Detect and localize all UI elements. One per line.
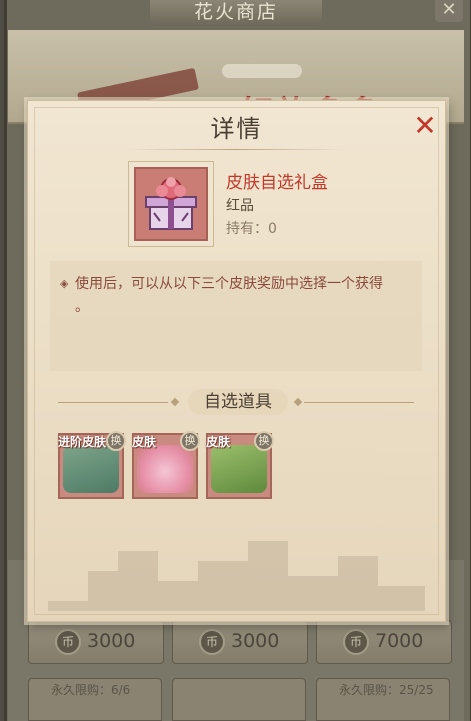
item-detail-dialog: 详情 ✕ 皮肤自选礼盒 红品 持有：0 ◈ 使用后，可以从以下三个皮肤奖励中选择… <box>27 100 446 622</box>
reward-item[interactable]: 皮肤 换 <box>132 431 200 499</box>
close-icon[interactable]: ✕ <box>410 111 440 141</box>
reward-tag: 皮肤 <box>206 435 231 449</box>
reward-item[interactable]: 进阶皮肤 换 <box>58 431 126 499</box>
skin-artwork <box>211 445 267 493</box>
item-name: 皮肤自选礼盒 <box>226 173 328 193</box>
skin-artwork <box>63 445 119 493</box>
diamond-bullet-icon: ◈ <box>60 277 69 290</box>
coin-icon: 币 <box>199 629 225 655</box>
dialog-title: 详情 <box>210 115 263 143</box>
section-divider-dot <box>293 397 303 407</box>
skin-artwork <box>137 445 193 493</box>
section-title: 自选道具 <box>188 389 288 415</box>
cityscape-decoration <box>48 541 425 611</box>
price-button[interactable]: 币 3000 <box>28 620 164 664</box>
reward-item[interactable]: 皮肤 换 <box>206 431 274 499</box>
title-divider <box>126 149 346 150</box>
shop-title: 花火商店 <box>150 0 322 26</box>
exchange-badge-icon: 换 <box>180 431 200 451</box>
price-button[interactable]: 币 7000 <box>316 620 452 664</box>
section-divider-dot <box>170 397 180 407</box>
gift-box-icon <box>134 167 208 241</box>
purchase-limit-label: 永久限购：6/6 <box>28 678 162 721</box>
shop-close-button[interactable]: ✕ <box>435 0 463 22</box>
price-button[interactable]: 币 3000 <box>172 620 308 664</box>
price-amount: 3000 <box>231 630 280 652</box>
reward-tag: 进阶皮肤 <box>58 435 107 449</box>
coin-icon: 币 <box>55 629 81 655</box>
reward-tag: 皮肤 <box>132 435 157 449</box>
exchange-badge-icon: 换 <box>106 431 126 451</box>
coin-icon: 币 <box>343 629 369 655</box>
purchase-limit-label: 永久限购：25/25 <box>316 678 450 721</box>
section-divider <box>304 402 414 403</box>
item-description-tail: 。 <box>75 299 89 315</box>
item-icon-frame <box>128 161 214 247</box>
section-divider <box>58 402 168 403</box>
price-amount: 7000 <box>375 630 424 652</box>
exchange-badge-icon: 换 <box>254 431 274 451</box>
price-amount: 3000 <box>87 630 136 652</box>
banner-scroll-decoration <box>222 64 302 78</box>
item-quality: 红品 <box>226 198 254 214</box>
item-description: 使用后，可以从以下三个皮肤奖励中选择一个获得 <box>75 276 383 292</box>
item-owned-count: 持有：0 <box>226 221 277 237</box>
purchase-limit-label <box>172 678 306 721</box>
